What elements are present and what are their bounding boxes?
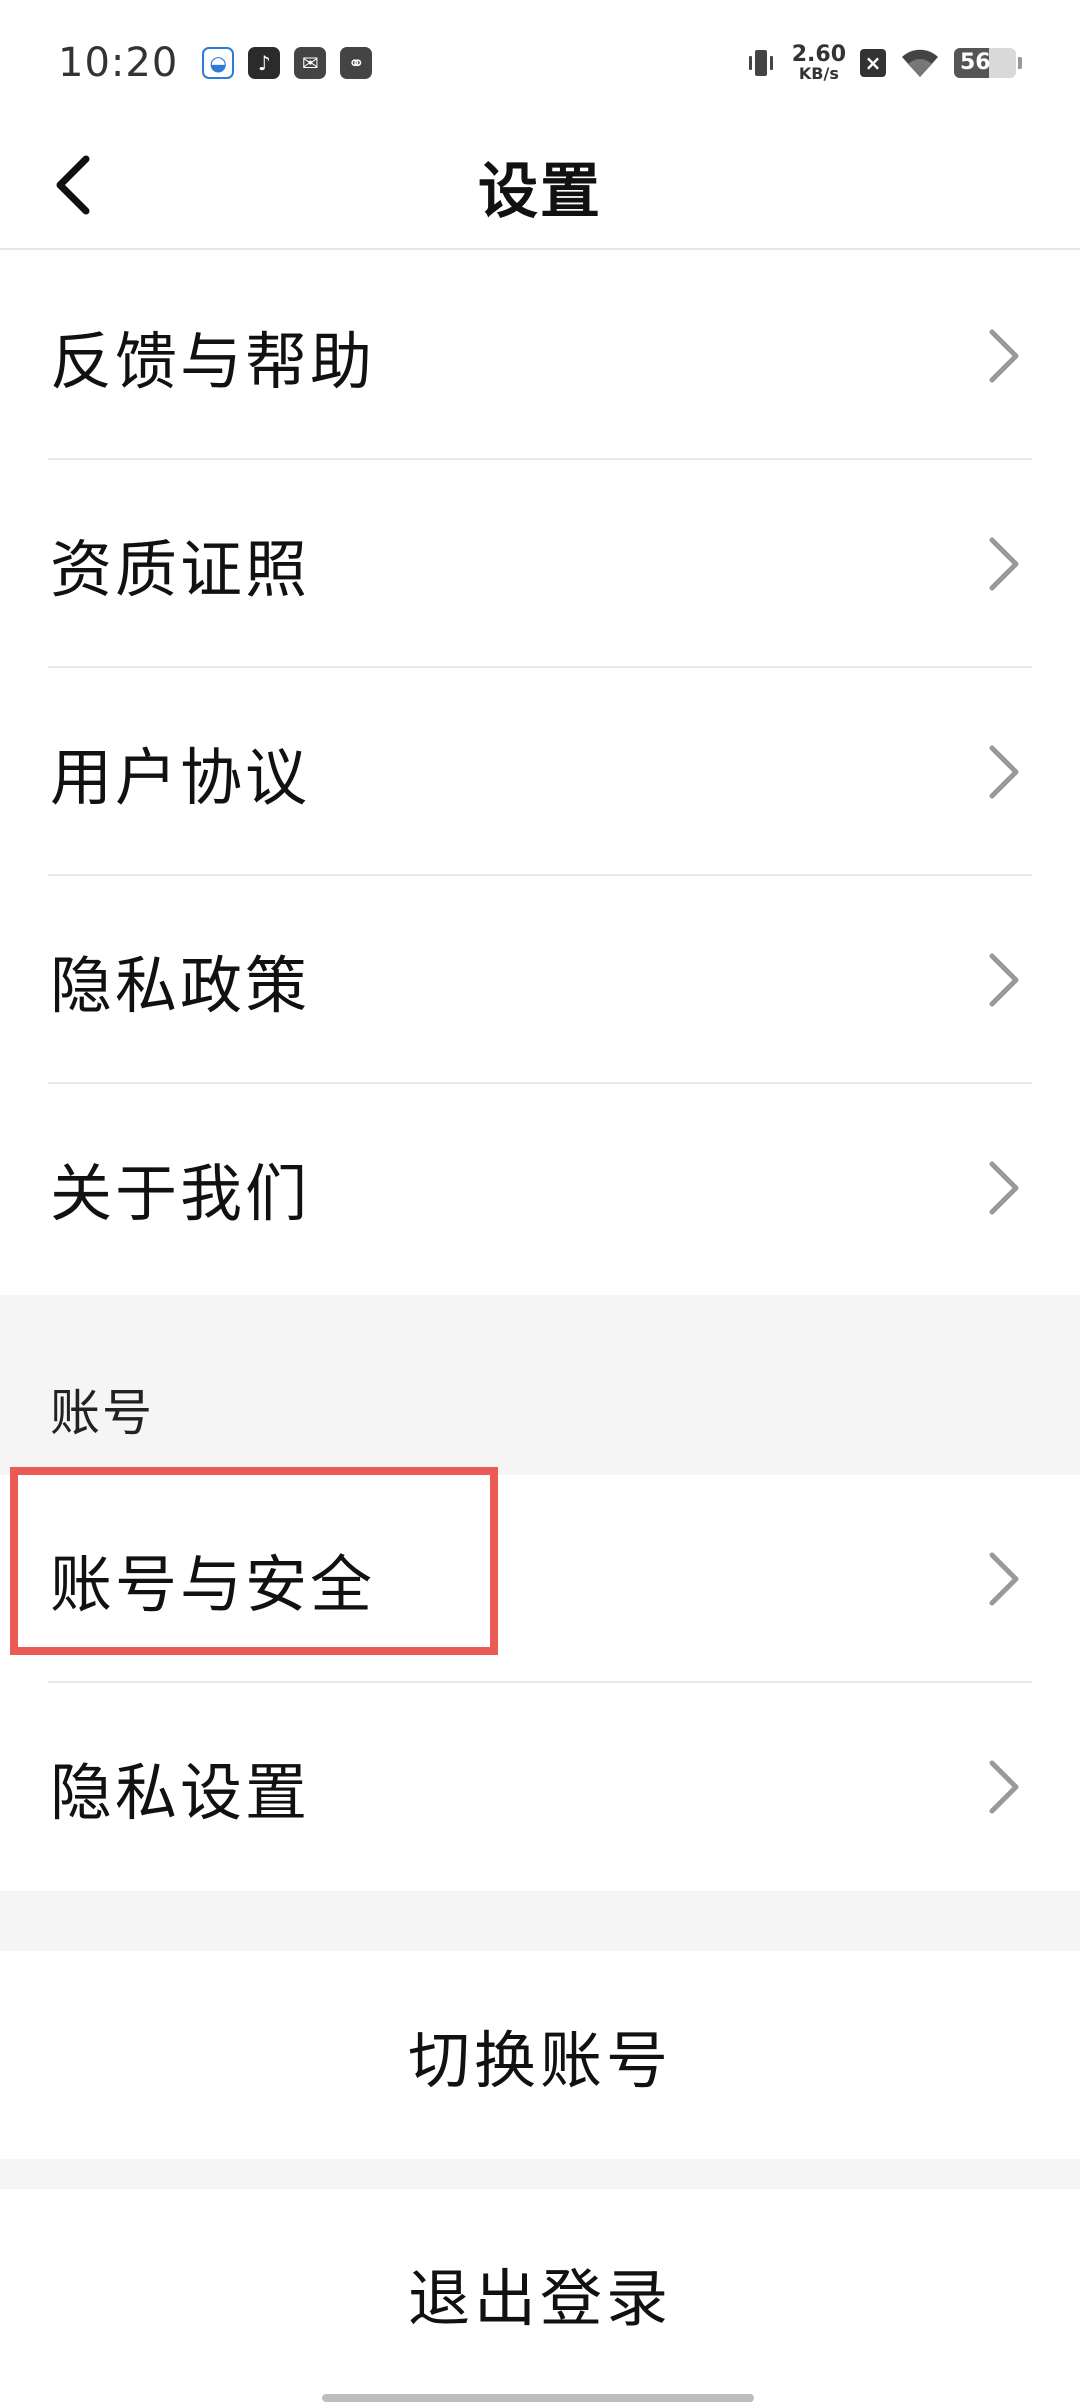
- settings-item-label: 关于我们: [50, 1157, 311, 1230]
- net-speed-value: 2.60: [791, 41, 846, 67]
- notification-icons: ◒ ♪ ✉ ⚭: [202, 46, 373, 79]
- settings-item-label: 用户协议: [50, 741, 311, 814]
- net-speed-unit: KB/s: [798, 63, 839, 83]
- section-header-account: 账号: [50, 1384, 154, 1442]
- chevron-left-icon: [56, 155, 90, 215]
- settings-item-label: 隐私政策: [50, 949, 311, 1022]
- settings-item-user-agreement[interactable]: 用户协议: [0, 668, 1080, 876]
- status-right: 2.60 KB/s × 56: [744, 41, 1022, 83]
- chevron-right-icon: [989, 1552, 1019, 1606]
- battery-icon: 56: [954, 47, 1016, 78]
- chevron-right-icon: [989, 537, 1019, 591]
- link-icon: ⚭: [340, 46, 373, 79]
- vibrate-icon: [748, 49, 773, 76]
- header: 设置: [0, 125, 1080, 250]
- mail-icon: ✉: [294, 46, 327, 79]
- settings-item-label: 资质证照: [50, 533, 311, 606]
- chevron-right-icon: [989, 1760, 1019, 1814]
- network-speed: 2.60 KB/s: [791, 41, 846, 83]
- settings-item-about-us[interactable]: 关于我们: [0, 1084, 1080, 1292]
- general-settings-list: 反馈与帮助 资质证照 用户协议 隐私政策 关于我们: [0, 252, 1080, 1292]
- wifi-icon: [902, 49, 938, 77]
- status-time: 10:20: [58, 39, 179, 86]
- battery-level: 56: [960, 50, 991, 75]
- tiktok-icon: ♪: [248, 46, 281, 79]
- settings-item-label: 反馈与帮助: [50, 325, 376, 398]
- chevron-right-icon: [989, 745, 1019, 799]
- no-sim-icon: ×: [860, 48, 886, 77]
- page-title: 设置: [478, 157, 602, 227]
- baidu-app-icon: ◒: [202, 46, 235, 79]
- battery-tip: [1018, 56, 1022, 69]
- settings-item-label: 隐私设置: [50, 1756, 311, 1829]
- chevron-right-icon: [989, 953, 1019, 1007]
- logout-button[interactable]: 退出登录: [0, 2189, 1080, 2397]
- switch-account-button[interactable]: 切换账号: [0, 1951, 1080, 2159]
- gap-band: [0, 2159, 1080, 2189]
- logout-label: 退出登录: [407, 2262, 672, 2335]
- back-button[interactable]: [40, 153, 104, 217]
- chevron-right-icon: [989, 329, 1019, 383]
- gap-band: [0, 1891, 1080, 1951]
- chevron-right-icon: [989, 1161, 1019, 1215]
- home-indicator[interactable]: [322, 2394, 754, 2402]
- switch-account-label: 切换账号: [407, 2024, 672, 2097]
- settings-item-feedback-help[interactable]: 反馈与帮助: [0, 252, 1080, 460]
- settings-item-qualifications[interactable]: 资质证照: [0, 460, 1080, 668]
- status-bar: 10:20 ◒ ♪ ✉ ⚭ 2.60 KB/s × 56: [0, 0, 1080, 125]
- highlight-annotation: [10, 1467, 498, 1655]
- account-section-band: 账号: [0, 1295, 1080, 1475]
- settings-item-privacy-settings[interactable]: 隐私设置: [0, 1683, 1080, 1891]
- settings-item-privacy-policy[interactable]: 隐私政策: [0, 876, 1080, 1084]
